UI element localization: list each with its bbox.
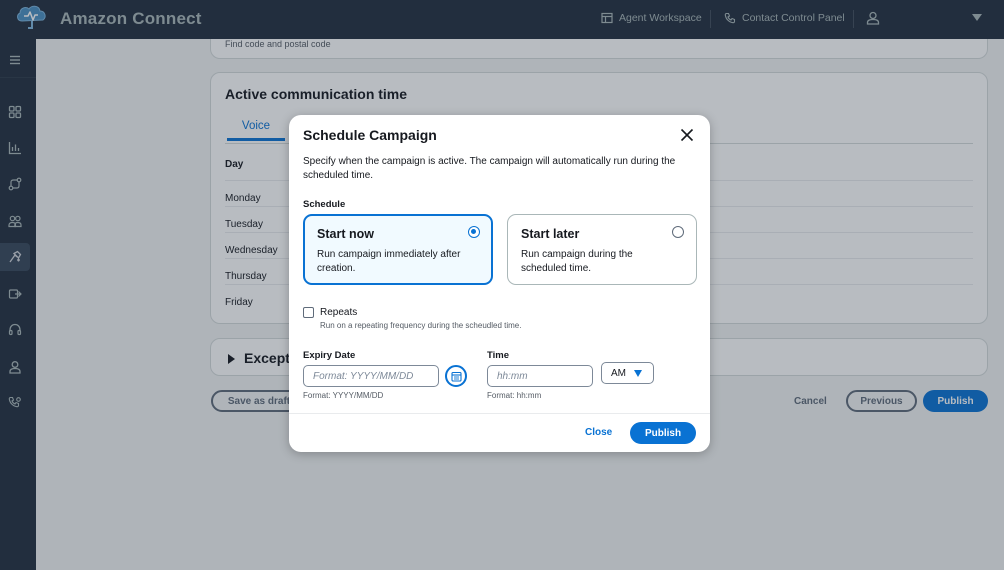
- start-now-radio[interactable]: [468, 226, 480, 238]
- repeats-label: Repeats: [320, 307, 358, 318]
- option-description: Run campaign during the scheduled time.: [521, 249, 633, 274]
- repeats-checkbox[interactable]: [303, 307, 314, 318]
- close-button[interactable]: Close: [585, 427, 612, 438]
- schedule-campaign-modal: Schedule Campaign Specify when the campa…: [289, 115, 710, 452]
- start-later-radio[interactable]: [672, 226, 684, 238]
- caret-down-icon: [634, 370, 642, 377]
- modal-title: Schedule Campaign: [303, 127, 437, 143]
- calendar-icon: [450, 371, 462, 382]
- calendar-button[interactable]: [445, 365, 467, 387]
- option-title: Start now: [317, 227, 374, 241]
- expiry-date-input[interactable]: [303, 365, 439, 387]
- close-icon[interactable]: [679, 127, 695, 143]
- expiry-date-hint: Format: YYYY/MM/DD: [303, 391, 384, 400]
- option-description: Run campaign immediately after creation.: [317, 249, 461, 274]
- modal-description: Specify when the campaign is active. The…: [303, 156, 676, 181]
- repeats-description: Run on a repeating frequency during the …: [320, 321, 522, 330]
- time-input[interactable]: [487, 365, 593, 387]
- start-later-option[interactable]: Start later Run campaign during the sche…: [507, 214, 697, 285]
- time-hint: Format: hh:mm: [487, 391, 542, 400]
- expiry-date-label: Expiry Date: [303, 350, 356, 361]
- modal-publish-button[interactable]: Publish: [630, 422, 696, 444]
- start-now-option[interactable]: Start now Run campaign immediately after…: [303, 214, 493, 285]
- selected-period: AM: [611, 368, 626, 379]
- schedule-label: Schedule: [303, 199, 346, 210]
- option-title: Start later: [521, 227, 580, 241]
- modal-footer-divider: [289, 413, 710, 414]
- am-pm-select[interactable]: AM: [601, 362, 654, 384]
- time-label: Time: [487, 350, 510, 361]
